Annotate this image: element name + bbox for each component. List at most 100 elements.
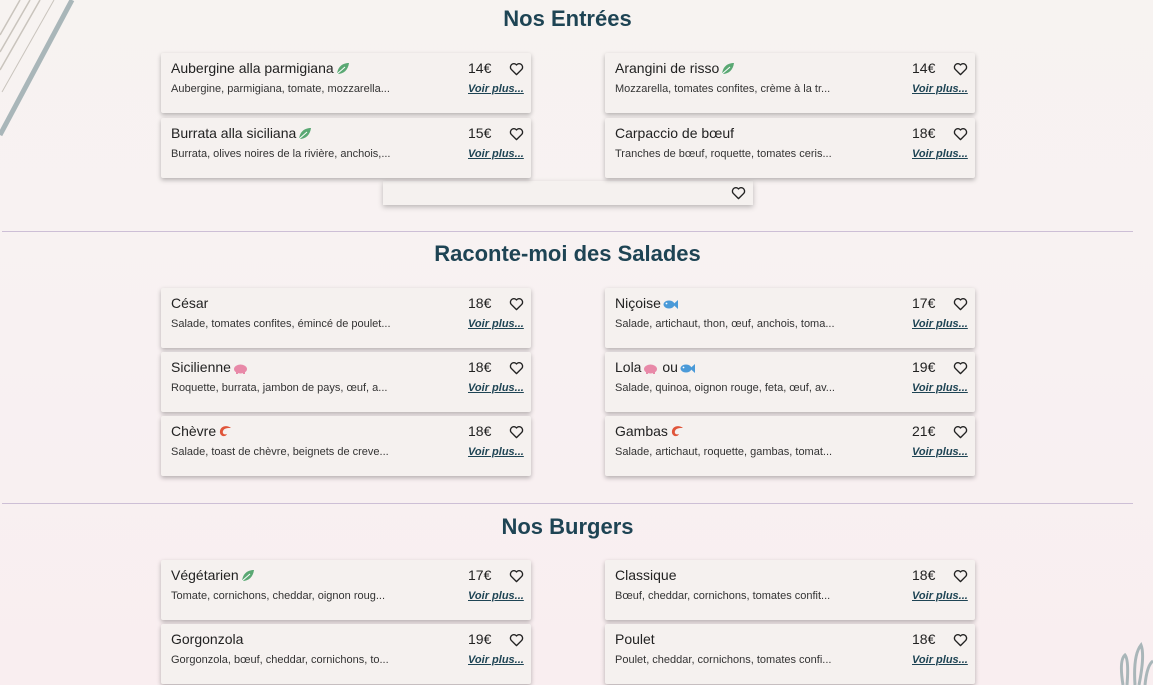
menu-item-title: Chèvre [171,423,233,439]
menu-item-description: Mozzarella, tomates confites, crème à la… [615,83,831,95]
menu-item-card[interactable]: Burrata alla siciliana 15€ Burrata, olives… [161,118,531,178]
menu-item-description: Tranches de bœuf, roquette, tomates ceri… [615,148,832,160]
menu-item-card[interactable]: Gambas 21€ Salade, artichaut, roquette, ga… [605,416,975,476]
fish-icon [663,300,678,309]
voir-plus-link[interactable]: Voir plus... [912,83,968,95]
menu-item-card[interactable]: Poulet 18€ Poulet, cheddar, cornichons, to… [605,624,975,684]
heart-icon[interactable] [953,569,968,583]
shrimp-icon [671,426,683,437]
heart-icon[interactable] [509,361,524,375]
heart-icon[interactable] [953,361,968,375]
menu-item-description: Salade, artichaut, thon, œuf, anchois, t… [615,318,835,330]
menu-item-description: Bœuf, cheddar, cornichons, tomates confi… [615,590,831,602]
menu-item-price: 19€ [912,359,936,375]
voir-plus-link[interactable]: Voir plus... [468,382,524,394]
voir-plus-link[interactable]: Voir plus... [912,590,968,602]
menu-item-name: Gorgonzola [171,631,244,647]
voir-plus-link[interactable]: Voir plus... [468,654,524,666]
voir-plus-link[interactable]: Voir plus... [912,654,968,666]
heart-icon[interactable] [509,127,524,141]
menu-item-price: 15€ [468,125,492,141]
heart-icon[interactable] [509,297,524,311]
menu-item-card[interactable]: Gorgonzola 19€ Gorgonzola, bœuf, cheddar, … [161,624,531,684]
section-title-salades: Raconte-moi des Salades [434,241,701,266]
menu-item-price: 18€ [912,125,936,141]
menu-item-title: Carpaccio de bœuf [615,125,734,141]
menu-item-card[interactable]: Niçoise 17€ Salade, artichaut, thon, œuf, … [605,288,975,348]
heart-icon[interactable] [731,186,746,200]
menu-item-title: Burrata alla siciliana [171,125,312,141]
heart-icon[interactable] [509,425,524,439]
voir-plus-link[interactable]: Voir plus... [468,83,524,95]
menu-item-name: Arangini de risso [615,60,720,76]
menu-item-title: César [171,295,208,311]
menu-item-name: Poulet [615,631,655,647]
section-title-entrees: Nos Entrées [503,6,632,31]
menu-item-price: 17€ [912,295,936,311]
heart-icon[interactable] [509,62,524,76]
menu-item-card[interactable]: Carpaccio de bœuf 18€ Tranches de bœuf, ro… [605,118,975,178]
menu-item-card[interactable]: Classique 18€ Bœuf, cheddar, cornichons, t… [605,560,975,620]
menu-item-title: Sicilienne [171,359,248,375]
voir-plus-link[interactable]: Voir plus... [468,590,524,602]
section-divider [2,503,1133,504]
menu-item-card[interactable]: Chèvre 18€ Salade, toast de chèvre, beigne… [161,416,531,476]
voir-plus-link[interactable]: Voir plus... [912,318,968,330]
voir-plus-link[interactable]: Voir plus... [468,148,524,160]
menu-item-name: Chèvre [171,423,217,439]
menu-item-price: 21€ [912,423,936,439]
decorative-plant [1119,642,1153,685]
menu-item-name: Végétarien [171,567,239,583]
section-divider [2,231,1133,232]
fish-icon [680,364,695,373]
heart-icon[interactable] [953,425,968,439]
menu-item-card[interactable]: Arangini de risso 14€ Mozzarella, tomates … [605,53,975,113]
leaf-icon [336,63,349,75]
voir-plus-link[interactable]: Voir plus... [912,446,968,458]
menu-item-price: 14€ [912,60,936,76]
heart-icon[interactable] [953,633,968,647]
menu-item-name: Burrata alla siciliana [171,125,297,141]
menu-item-price: 14€ [468,60,492,76]
heart-icon[interactable] [953,62,968,76]
voir-plus-link[interactable]: Voir plus... [912,148,968,160]
voir-plus-link[interactable]: Voir plus... [468,446,524,458]
menu-item-description: Salade, artichaut, roquette, gambas, tom… [615,446,833,458]
menu-item-name: Lola [615,359,642,375]
menu-item-title: Lola ou [615,359,695,375]
menu-item-title: Classique [615,567,676,583]
menu-item-description: Salade, toast de chèvre, beignets de cre… [171,446,389,458]
leaf-icon [241,570,254,582]
menu-item-name: Carpaccio de bœuf [615,125,735,141]
menu-item-name: Niçoise [615,295,661,311]
pig-icon [644,364,658,374]
menu-item-title: Poulet [615,631,655,647]
pig-icon [233,364,247,374]
menu-item-card[interactable]: César 18€ Salade, tomates confites, émincé… [161,288,531,348]
menu-item-description: Gorgonzola, bœuf, cheddar, cornichons, t… [171,654,389,666]
heart-icon[interactable] [509,633,524,647]
menu-item-card[interactable]: Lola ou 19€ Salade, quinoa, oignon rouge, … [605,352,975,412]
menu-item-name: Aubergine alla parmigiana [171,60,334,76]
menu-item-card[interactable]: Sicilienne 18€ Roquette, burrata, jambon d… [161,352,531,412]
menu-item-description: Poulet, cheddar, cornichons, tomates con… [615,654,832,666]
menu-item-description: Salade, tomates confites, émincé de poul… [171,318,391,330]
menu-item-title: Végétarien [171,567,255,583]
menu-item-price: 19€ [468,631,492,647]
heart-icon[interactable] [953,297,968,311]
voir-plus-link[interactable]: Voir plus... [912,382,968,394]
menu-item-price: 17€ [468,567,492,583]
leaf-icon [721,63,735,75]
section-title-burgers: Nos Burgers [501,514,634,539]
menu-item-card[interactable]: Aubergine alla parmigiana 14€ Aubergine, p… [161,53,531,113]
menu-item-card[interactable]: Végétarien 17€ Tomate, cornichons, cheddar… [161,560,531,620]
heart-icon[interactable] [953,127,968,141]
voir-plus-link[interactable]: Voir plus... [468,318,524,330]
empty-menu-card[interactable] [383,181,753,205]
heart-icon[interactable] [509,569,524,583]
menu-item-title: Niçoise [615,295,678,311]
menu-item-price: 18€ [468,359,492,375]
menu-item-price: 18€ [468,295,492,311]
shrimp-icon [220,426,232,437]
menu-item-name: Sicilienne [171,359,231,375]
